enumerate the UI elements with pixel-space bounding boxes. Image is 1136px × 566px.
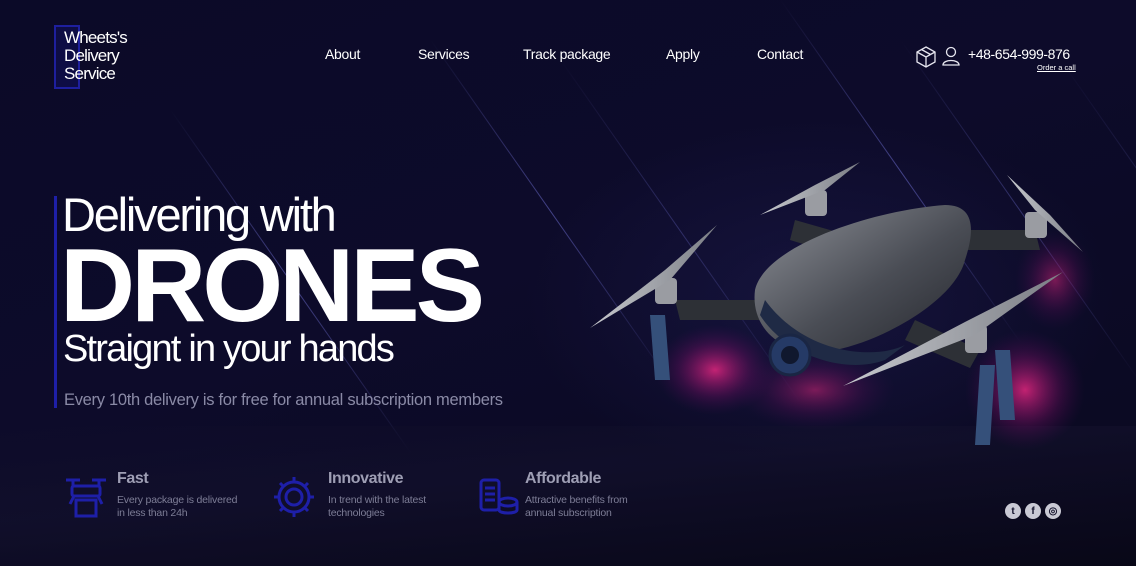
nav-item-track-package[interactable]: Track package: [523, 46, 611, 62]
gear-icon: [274, 477, 314, 517]
hero-note: Every 10th delivery is for free for annu…: [64, 391, 503, 409]
feature-desc-line: in less than 24h: [117, 507, 188, 519]
drone-delivery-icon: [66, 478, 106, 518]
phone-number[interactable]: +48-654-999-876: [968, 46, 1070, 62]
hero-subtitle: Straignt in your hands: [63, 328, 395, 370]
feature-desc-line: technologies: [328, 507, 385, 519]
user-icon[interactable]: [942, 46, 960, 68]
feature-desc-innovative: In trend with the latest technologies: [328, 494, 426, 520]
logo-line-3: Service: [64, 64, 116, 83]
facebook-icon[interactable]: f: [1025, 503, 1041, 519]
main-nav: About Services Track package Apply Conta…: [0, 46, 1136, 66]
hero-accent-bar: [54, 196, 57, 408]
package-icon[interactable]: [916, 46, 936, 68]
feature-desc-fast: Every package is delivered in less than …: [117, 494, 237, 520]
order-call-link[interactable]: Order a call: [1037, 63, 1076, 72]
feature-desc-line: annual subscription: [525, 507, 612, 519]
feature-title-innovative: Innovative: [328, 470, 404, 487]
drone-image: [590, 162, 1095, 450]
feature-title-affordable: Affordable: [525, 470, 602, 487]
nav-item-contact[interactable]: Contact: [757, 46, 803, 62]
twitter-icon[interactable]: t: [1005, 503, 1021, 519]
feature-desc-line: Attractive benefits from: [525, 494, 628, 506]
instagram-icon[interactable]: ◎: [1045, 503, 1061, 519]
nav-item-about[interactable]: About: [325, 46, 360, 62]
coins-icon: [479, 478, 519, 515]
feature-desc-line: Every package is delivered: [117, 494, 238, 506]
social-links: t f ◎: [1005, 503, 1061, 519]
nav-item-apply[interactable]: Apply: [666, 46, 700, 62]
logo-line-1: Wheets's: [64, 28, 128, 47]
feature-desc-affordable: Attractive benefits from annual subscrip…: [525, 494, 628, 520]
feature-title-fast: Fast: [117, 470, 149, 487]
header-icons: [916, 46, 960, 68]
nav-item-services[interactable]: Services: [418, 46, 470, 62]
feature-desc-line: In trend with the latest: [328, 494, 426, 506]
